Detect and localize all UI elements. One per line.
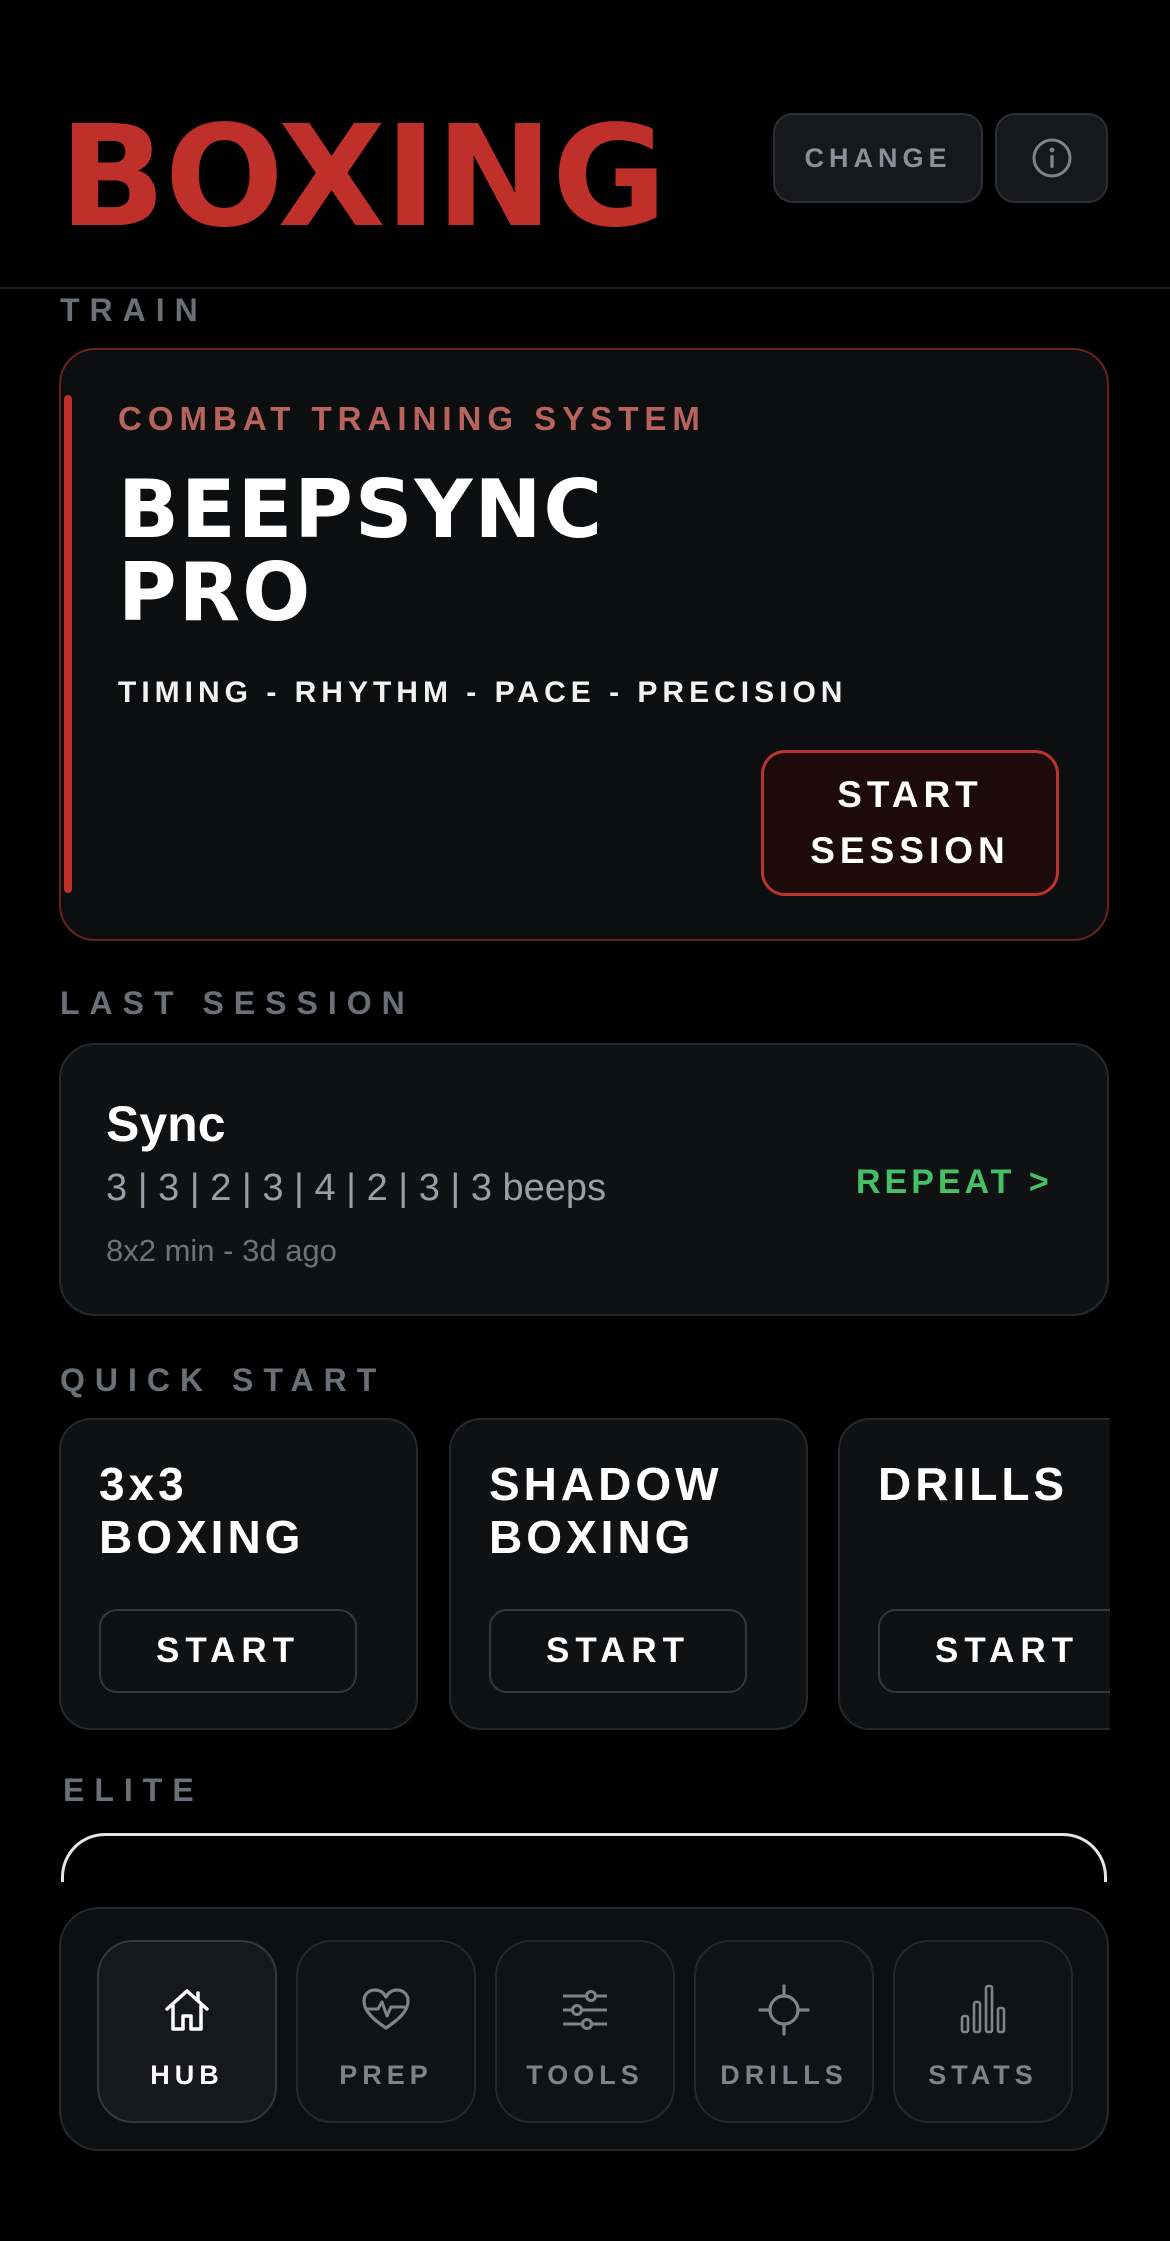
tab-tools[interactable]: TOOLS [495,1940,675,2123]
section-label-quick-start: QUICK START [60,1362,387,1398]
quick-start-card-drills[interactable]: DRILLS START [838,1418,1110,1730]
quick-start-card-shadow-boxing[interactable]: SHADOW BOXING START [449,1418,808,1730]
quick-start-title: DRILLS [878,1458,1068,1511]
quick-start-button[interactable]: START [99,1609,357,1693]
scroll-fade [0,1882,1170,1902]
section-label-last-session: LAST SESSION [60,985,415,1021]
tab-label: STATS [928,2060,1038,2090]
hero-title-line-2: PRO [118,546,313,639]
crosshair-icon [758,1984,810,2036]
bottom-tab-bar: HUB PREP TOOLS DRILLS STATS [59,1907,1109,2151]
section-label-train: TRAIN [60,292,208,328]
app-header: BOXING CHANGE [0,0,1170,289]
tab-label: PREP [339,2060,433,2090]
start-session-label-1: START [837,774,983,815]
quick-start-title-line-2: BOXING [99,1511,305,1563]
bar-chart-icon [960,1984,1006,2034]
hero-accent-bar [64,395,72,893]
section-label-elite: ELITE [63,1772,204,1808]
last-session-title: Sync [106,1096,226,1152]
quick-start-title-line-1: DRILLS [878,1458,1069,1510]
heart-pulse-icon [362,1988,410,2030]
hero-card: COMBAT TRAINING SYSTEM BEEPSYNC PRO TIMI… [59,348,1109,941]
last-session-pattern: 3 | 3 | 2 | 3 | 4 | 2 | 3 | 3 beeps [106,1167,607,1209]
quick-start-title-line-1: SHADOW [489,1458,723,1510]
sliders-icon [563,1990,607,2030]
hero-kicker: COMBAT TRAINING SYSTEM [118,400,706,437]
quick-start-title: SHADOW BOXING [489,1458,723,1564]
hero-title: BEEPSYNC PRO [118,468,604,634]
change-sport-button[interactable]: CHANGE [773,113,983,203]
quick-start-button[interactable]: START [489,1609,747,1693]
tab-prep[interactable]: PREP [296,1940,476,2123]
hero-title-line-1: BEEPSYNC [118,463,605,556]
quick-start-title-line-1: 3x3 [99,1458,188,1510]
quick-start-card-3x3-boxing[interactable]: 3x3 BOXING START [59,1418,418,1730]
quick-start-overflow-clip: DRILLS START [838,1418,1110,1730]
home-icon [165,1989,209,2031]
app-title: BOXING [59,96,667,259]
start-session-label-2: SESSION [810,830,1010,871]
hero-tagline: TIMING - RHYTHM - PACE - PRECISION [118,676,848,709]
last-session-card[interactable]: Sync 3 | 3 | 2 | 3 | 4 | 2 | 3 | 3 beeps… [59,1043,1109,1316]
tab-label: HUB [150,2060,224,2090]
tab-hub[interactable]: HUB [97,1940,277,2123]
info-icon [1032,138,1071,178]
start-session-button[interactable]: START SESSION [761,750,1059,896]
repeat-button[interactable]: REPEAT > [856,1163,1053,1202]
tab-label: TOOLS [526,2060,644,2090]
last-session-meta: 8x2 min - 3d ago [106,1233,337,1268]
tab-stats[interactable]: STATS [893,1940,1073,2123]
quick-start-button[interactable]: START [878,1609,1110,1693]
tab-drills[interactable]: DRILLS [694,1940,874,2123]
info-button[interactable] [995,113,1108,203]
quick-start-title-line-2: BOXING [489,1511,695,1563]
tab-label: DRILLS [720,2060,848,2090]
quick-start-title: 3x3 BOXING [99,1458,304,1564]
